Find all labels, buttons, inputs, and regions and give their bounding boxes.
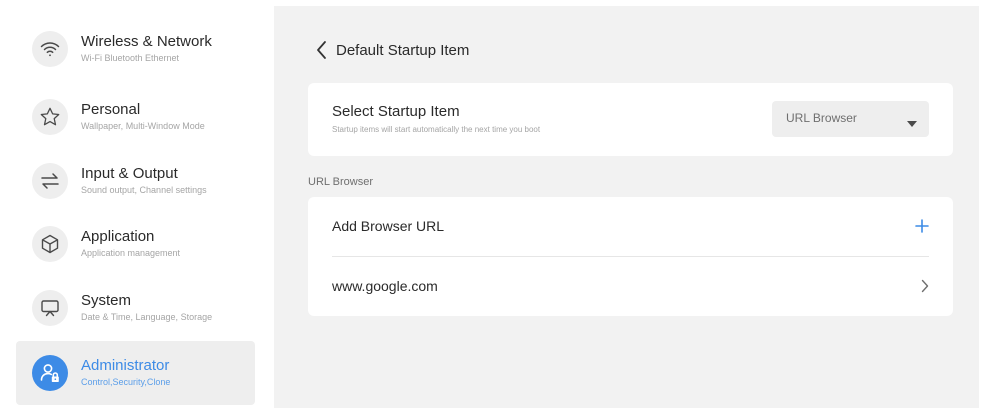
- sidebar-item-text: Application Application management: [81, 228, 180, 260]
- sidebar-item-administrator[interactable]: Administrator Control,Security,Clone: [16, 341, 255, 405]
- plus-icon[interactable]: [915, 219, 929, 238]
- wifi-icon: [32, 31, 68, 67]
- swap-arrows-icon: [32, 163, 68, 199]
- startup-item-select[interactable]: URL Browser: [772, 101, 929, 137]
- sidebar-item-text: Wireless & Network Wi-Fi Bluetooth Ether…: [81, 33, 212, 65]
- sidebar-item-subtitle: Wi-Fi Bluetooth Ethernet: [81, 53, 180, 63]
- url-list-item-label: www.google.com: [332, 278, 438, 294]
- settings-content-panel: Default Startup Item Select Startup Item…: [274, 6, 979, 408]
- page-title: Default Startup Item: [336, 41, 470, 59]
- sidebar-item-wireless-network[interactable]: Wireless & Network Wi-Fi Bluetooth Ether…: [16, 17, 255, 81]
- startup-item-title: Select Startup Item: [332, 103, 460, 120]
- sidebar-item-title: Administrator: [81, 357, 170, 374]
- sidebar-item-subtitle: Date & Time, Language, Storage: [81, 312, 213, 322]
- startup-item-description: Startup items will start automatically t…: [332, 125, 541, 134]
- sidebar-item-title: Wireless & Network: [81, 33, 212, 50]
- sidebar-item-system[interactable]: System Date & Time, Language, Storage: [16, 276, 255, 340]
- caret-down-icon: [907, 115, 917, 133]
- sidebar-item-text: Administrator Control,Security,Clone: [81, 357, 170, 389]
- chevron-right-icon: [921, 279, 929, 298]
- monitor-icon: [32, 290, 68, 326]
- sidebar-item-title: Input & Output: [81, 165, 178, 182]
- url-browser-section-label: URL Browser: [308, 176, 373, 188]
- sidebar-item-subtitle: Control,Security,Clone: [81, 377, 171, 387]
- sidebar-item-subtitle: Wallpaper, Multi-Window Mode: [81, 121, 205, 131]
- sidebar-item-personal[interactable]: Personal Wallpaper, Multi-Window Mode: [16, 85, 255, 149]
- sidebar-item-subtitle: Sound output, Channel settings: [81, 185, 207, 195]
- sidebar-item-application[interactable]: Application Application management: [16, 212, 255, 276]
- startup-item-selected-value: URL Browser: [786, 111, 857, 125]
- back-navigation[interactable]: Default Startup Item: [316, 39, 469, 61]
- startup-item-card: Select Startup Item Startup items will s…: [308, 83, 953, 156]
- add-browser-url-label: Add Browser URL: [332, 218, 445, 234]
- url-browser-card: Add Browser URL www.google.com: [308, 197, 953, 316]
- sidebar-item-title: Personal: [81, 101, 141, 118]
- sidebar-item-text: Input & Output Sound output, Channel set…: [81, 165, 207, 197]
- star-icon: [32, 99, 68, 135]
- sidebar-item-subtitle: Application management: [81, 248, 181, 258]
- url-list-item[interactable]: www.google.com: [308, 257, 953, 316]
- sidebar-item-text: Personal Wallpaper, Multi-Window Mode: [81, 101, 205, 133]
- sidebar-item-title: Application: [81, 228, 155, 245]
- sidebar-item-input-output[interactable]: Input & Output Sound output, Channel set…: [16, 149, 255, 213]
- sidebar-item-title: System: [81, 292, 132, 309]
- chevron-left-icon[interactable]: [316, 40, 328, 60]
- admin-user-lock-icon: [32, 355, 68, 391]
- add-browser-url-row[interactable]: Add Browser URL: [308, 197, 953, 256]
- settings-sidebar: Wireless & Network Wi-Fi Bluetooth Ether…: [0, 0, 274, 408]
- sidebar-item-text: System Date & Time, Language, Storage: [81, 292, 212, 324]
- cube-icon: [32, 226, 68, 262]
